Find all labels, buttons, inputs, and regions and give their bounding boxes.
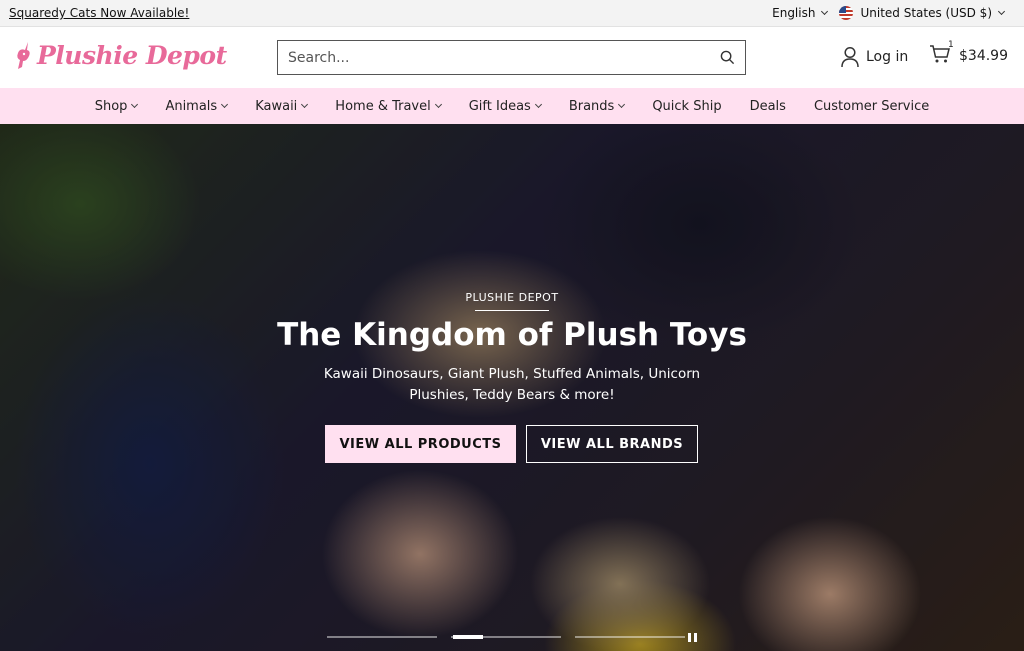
nav-label: Shop (94, 98, 128, 114)
nav-label: Home & Travel (335, 98, 431, 114)
chevron-down-icon (534, 100, 542, 109)
slide-indicator-1[interactable] (327, 636, 437, 638)
hero-eyebrow: PLUSHIE DEPOT (465, 291, 559, 304)
country-selector[interactable]: United States (USD $) (839, 6, 1006, 20)
cart-count-badge: 1 (948, 40, 954, 50)
nav-label: Deals (749, 98, 786, 114)
announcement-link[interactable]: Squaredy Cats Now Available! (9, 6, 189, 20)
chevron-down-icon (221, 100, 229, 109)
search-input[interactable] (288, 49, 720, 66)
us-flag-icon (839, 6, 854, 20)
view-all-products-button[interactable]: VIEW ALL PRODUCTS (325, 425, 516, 463)
logo-text: Plushie Depot (37, 40, 227, 70)
language-selector[interactable]: English (772, 6, 829, 20)
cart-icon-wrap: 1 (929, 40, 954, 68)
site-header: Plushie Depot Log in 1 $34.99 (0, 27, 1024, 88)
chevron-down-icon (434, 100, 442, 109)
login-link[interactable]: Log in (840, 46, 908, 68)
nav-item-customer-service[interactable]: Customer Service (800, 88, 943, 124)
search-icon[interactable] (720, 50, 735, 65)
cart-total: $34.99 (959, 48, 1008, 64)
nav-item-animals[interactable]: Animals (151, 88, 241, 124)
locale-selectors: English United States (USD $) (772, 6, 1006, 20)
country-label: United States (USD $) (860, 6, 992, 20)
nav-label: Brands (568, 98, 615, 114)
hero-banner: PLUSHIE DEPOT The Kingdom of Plush Toys … (0, 124, 1024, 651)
search-bar (277, 40, 746, 75)
nav-label: Customer Service (813, 98, 930, 114)
pause-icon[interactable] (688, 633, 698, 643)
nav-item-shop[interactable]: Shop (81, 88, 152, 124)
nav-item-quick-ship[interactable]: Quick Ship (638, 88, 735, 124)
chevron-down-icon (301, 100, 309, 109)
chevron-down-icon (618, 100, 626, 109)
nav-label: Quick Ship (652, 98, 722, 114)
unicorn-logo-icon (17, 42, 30, 69)
chevron-down-icon (821, 7, 829, 16)
hero-content: PLUSHIE DEPOT The Kingdom of Plush Toys … (0, 124, 1024, 651)
announcement-bar: Squaredy Cats Now Available! English Uni… (0, 0, 1024, 27)
user-icon (841, 46, 859, 68)
nav-label: Gift Ideas (468, 98, 531, 114)
nav-label: Animals (165, 98, 218, 114)
main-nav: Shop Animals Kawaii Home & Travel Gift I… (0, 88, 1024, 124)
hero-title: The Kingdom of Plush Toys (277, 317, 747, 353)
eyebrow-divider (475, 310, 549, 311)
cart-link[interactable]: 1 $34.99 (929, 40, 1008, 68)
language-label: English (772, 6, 816, 20)
nav-item-home-travel[interactable]: Home & Travel (321, 88, 454, 124)
chevron-down-icon (131, 100, 139, 109)
slideshow-indicators (327, 635, 685, 639)
slide-indicator-3[interactable] (575, 636, 685, 638)
hero-subtitle: Kawaii Dinosaurs, Giant Plush, Stuffed A… (323, 366, 701, 403)
nav-item-kawaii[interactable]: Kawaii (241, 88, 321, 124)
nav-item-brands[interactable]: Brands (555, 88, 639, 124)
chevron-down-icon (997, 7, 1006, 16)
nav-item-deals[interactable]: Deals (736, 88, 800, 124)
nav-item-gift-ideas[interactable]: Gift Ideas (455, 88, 555, 124)
nav-label: Kawaii (255, 98, 298, 114)
site-logo[interactable]: Plushie Depot (14, 40, 227, 70)
view-all-brands-button[interactable]: VIEW ALL BRANDS (526, 425, 698, 463)
slide-indicator-2[interactable] (451, 635, 561, 639)
login-label: Log in (866, 49, 909, 65)
